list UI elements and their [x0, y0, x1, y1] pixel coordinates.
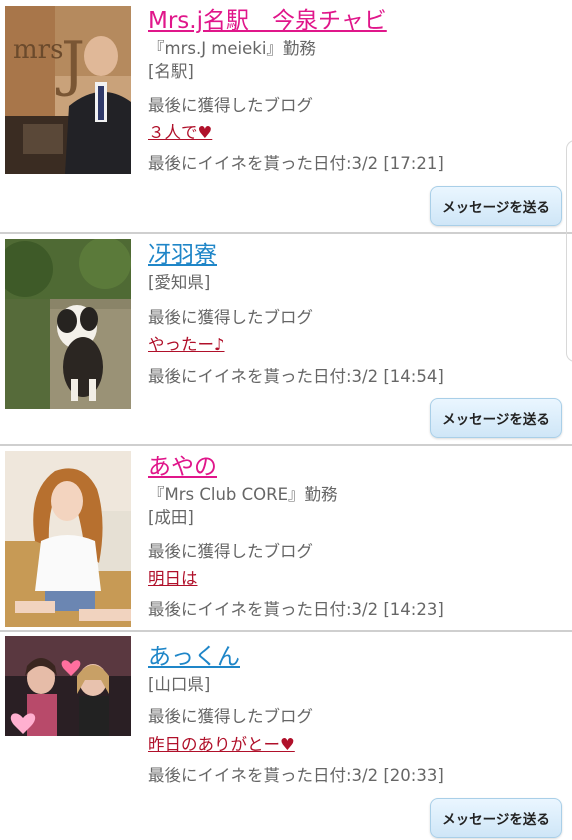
user-name-link[interactable]: Mrs.j名駅 今泉チャビ — [148, 6, 387, 36]
last-blog-label: 最後に獲得したブログ — [148, 542, 313, 561]
user-name-link[interactable]: あっくん — [148, 642, 240, 672]
last-like-date: 最後にイイネを貰った日付:3/2 [20:33] — [148, 766, 444, 785]
user-area: [成田] — [148, 508, 194, 527]
user-workplace: 『Mrs Club CORE』勤務 — [148, 485, 338, 504]
user-photo[interactable] — [5, 451, 131, 627]
user-photo[interactable]: mrs J — [5, 6, 131, 174]
send-message-button[interactable]: メッセージを送る — [430, 186, 562, 226]
user-card: あやの 『Mrs Club CORE』勤務 [成田] 最後に獲得したブログ 明日… — [0, 446, 572, 630]
last-like-date: 最後にイイネを貰った日付:3/2 [14:54] — [148, 367, 444, 386]
last-blog-label: 最後に獲得したブログ — [148, 308, 313, 327]
last-blog-link[interactable]: 明日は — [148, 568, 198, 590]
user-photo[interactable] — [5, 239, 131, 409]
user-area: [名駅] — [148, 62, 194, 81]
send-message-button[interactable]: メッセージを送る — [430, 798, 562, 838]
user-area: [山口県] — [148, 675, 211, 694]
user-card: 冴羽寮 [愛知県] 最後に獲得したブログ やったー♪ 最後にイイネを貰った日付:… — [0, 234, 572, 444]
svg-text:mrs: mrs — [13, 35, 63, 65]
last-blog-label: 最後に獲得したブログ — [148, 96, 313, 115]
last-like-date: 最後にイイネを貰った日付:3/2 [14:23] — [148, 600, 444, 619]
user-photo[interactable] — [5, 636, 131, 736]
send-message-button[interactable]: メッセージを送る — [430, 398, 562, 438]
user-workplace: 『mrs.J meieki』勤務 — [148, 39, 316, 58]
last-blog-link[interactable]: ３人で♥ — [148, 122, 212, 144]
last-blog-link[interactable]: やったー♪ — [148, 334, 225, 356]
scrollbar[interactable] — [566, 140, 572, 362]
user-card: あっくん [山口県] 最後に獲得したブログ 昨日のありがとー♥ 最後にイイネを貰… — [0, 632, 572, 840]
user-name-link[interactable]: 冴羽寮 — [148, 240, 217, 270]
last-like-date: 最後にイイネを貰った日付:3/2 [17:21] — [148, 154, 444, 173]
user-card: mrs J Mrs.j名駅 今泉チャビ 『mrs.J meieki』勤務 [名駅… — [0, 0, 572, 232]
last-blog-label: 最後に獲得したブログ — [148, 707, 313, 726]
last-blog-link[interactable]: 昨日のありがとー♥ — [148, 734, 295, 756]
user-area: [愛知県] — [148, 273, 211, 292]
user-name-link[interactable]: あやの — [148, 452, 217, 482]
